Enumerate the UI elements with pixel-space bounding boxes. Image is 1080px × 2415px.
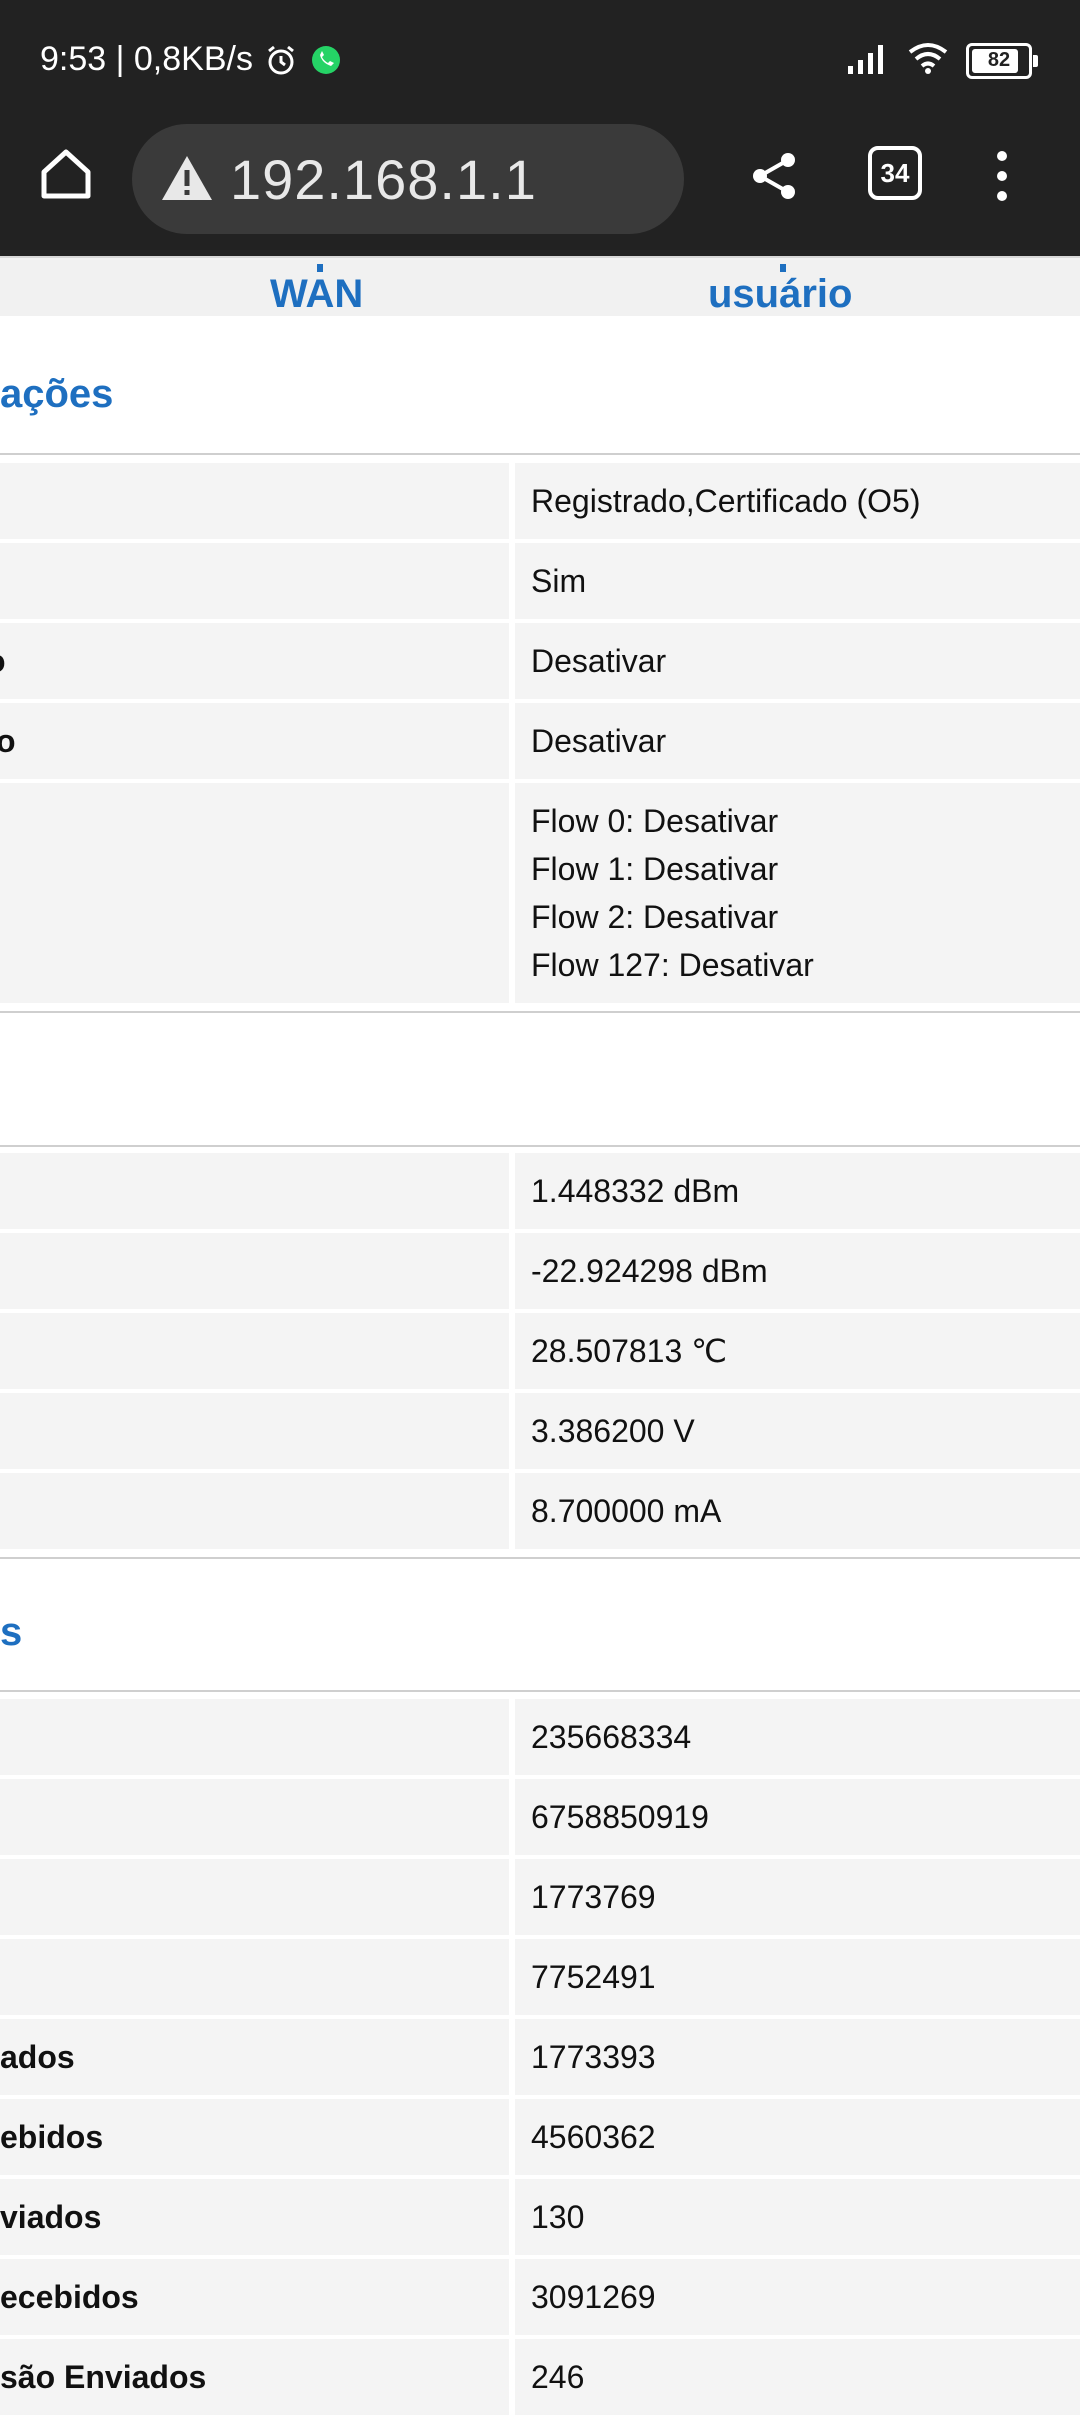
table-row: -22.924298 dBm <box>0 1233 1080 1309</box>
row-value: 235668334 <box>531 1719 692 1755</box>
divider <box>0 1145 1080 1147</box>
row-value: 1.448332 dBm <box>531 1173 740 1209</box>
system-indicators: 82 <box>846 42 1038 79</box>
browser-toolbar: 192.168.1.1 34 <box>0 124 1080 234</box>
flow-list: Flow 0: Desativar Flow 1: Desativar Flow… <box>531 797 814 989</box>
nav-tab-wan[interactable]: WAN <box>270 264 364 316</box>
flow-item: Flow 0: Desativar <box>531 803 779 839</box>
wifi-icon <box>908 42 948 79</box>
section-title-1: ações <box>0 372 114 416</box>
row-value: -22.924298 dBm <box>531 1253 768 1289</box>
row-label: o <box>0 723 16 759</box>
table-row: ados 1773393 <box>0 2019 1080 2095</box>
row-value: 3.386200 V <box>531 1413 695 1449</box>
row-label: o <box>0 623 6 699</box>
battery-level: 82 <box>987 49 1011 71</box>
browser-chrome: 9:53 | 0,8KB/s 82 192.168.1.1 34 <box>0 0 1080 256</box>
row-value: Desativar <box>531 723 667 759</box>
table-row: 235668334 <box>0 1699 1080 1775</box>
table-row: o Desativar <box>0 623 1080 699</box>
row-label: são Enviados <box>0 2359 207 2395</box>
section-title-3: s <box>0 1610 23 1654</box>
row-value: 7752491 <box>531 1959 656 1995</box>
row-value: 130 <box>531 2199 585 2235</box>
table-row: 3.386200 V <box>0 1393 1080 1469</box>
row-label: viados <box>0 2199 102 2235</box>
address-url[interactable]: 192.168.1.1 <box>230 147 537 212</box>
table-row: ecebidos 3091269 <box>0 2259 1080 2335</box>
table-row: 8.700000 mA <box>0 1473 1080 1549</box>
row-label: ados <box>0 2039 75 2075</box>
row-value: 6758850919 <box>531 1799 709 1835</box>
divider <box>0 453 1080 455</box>
table-row: viados 130 <box>0 2179 1080 2255</box>
divider <box>0 1557 1080 1559</box>
status-bar: 9:53 | 0,8KB/s <box>40 40 343 79</box>
row-label: ebidos <box>0 2119 104 2155</box>
battery-icon: 82 <box>966 42 1038 79</box>
table-row: são Enviados 246 <box>0 2339 1080 2415</box>
row-value: Sim <box>531 563 587 599</box>
alarm-icon <box>263 42 299 78</box>
tab-switcher-button[interactable]: 34 <box>868 146 922 200</box>
divider <box>0 1690 1080 1692</box>
share-icon[interactable] <box>748 150 800 202</box>
divider <box>0 1011 1080 1013</box>
row-value: 4560362 <box>531 2119 656 2155</box>
table-row: 28.507813 ℃ <box>0 1313 1080 1389</box>
row-value: 8.700000 mA <box>531 1493 722 1529</box>
home-icon[interactable] <box>36 144 96 204</box>
table-row: 6758850919 <box>0 1779 1080 1855</box>
row-value: 28.507813 ℃ <box>531 1333 728 1369</box>
flow-item: Flow 1: Desativar <box>531 851 779 887</box>
signal-icon <box>846 42 890 79</box>
row-label: ecebidos <box>0 2279 139 2315</box>
table-row: Flow 0: Desativar Flow 1: Desativar Flow… <box>0 783 1080 1003</box>
row-value: 246 <box>531 2359 585 2395</box>
nav-tab-usuario-label: usuário <box>708 272 853 316</box>
table-row: 1.448332 dBm <box>0 1153 1080 1229</box>
flow-item: Flow 127: Desativar <box>531 947 814 983</box>
nav-tab-wan-label: WAN <box>270 272 364 316</box>
row-value: 1773769 <box>531 1879 656 1915</box>
table-row: o Desativar <box>0 703 1080 779</box>
row-value: 1773393 <box>531 2039 656 2075</box>
table-row: Registrado,Certificado (O5) <box>0 463 1080 539</box>
table-row: ebidos 4560362 <box>0 2099 1080 2175</box>
page-nav: WAN usuário <box>0 256 1080 316</box>
address-bar[interactable]: 192.168.1.1 <box>132 124 684 234</box>
warning-icon[interactable] <box>160 152 214 206</box>
table-row: 1773769 <box>0 1859 1080 1935</box>
more-menu-icon[interactable] <box>992 146 1012 206</box>
flow-item: Flow 2: Desativar <box>531 899 779 935</box>
tab-count: 34 <box>880 157 910 188</box>
whatsapp-icon <box>309 43 343 77</box>
nav-tab-usuario[interactable]: usuário <box>708 264 853 316</box>
table-row: 7752491 <box>0 1939 1080 2015</box>
row-value: Desativar <box>531 643 667 679</box>
row-value: 3091269 <box>531 2279 656 2315</box>
table-row: Sim <box>0 543 1080 619</box>
status-time-speed: 9:53 | 0,8KB/s <box>40 40 253 78</box>
row-value: Registrado,Certificado (O5) <box>531 483 921 519</box>
